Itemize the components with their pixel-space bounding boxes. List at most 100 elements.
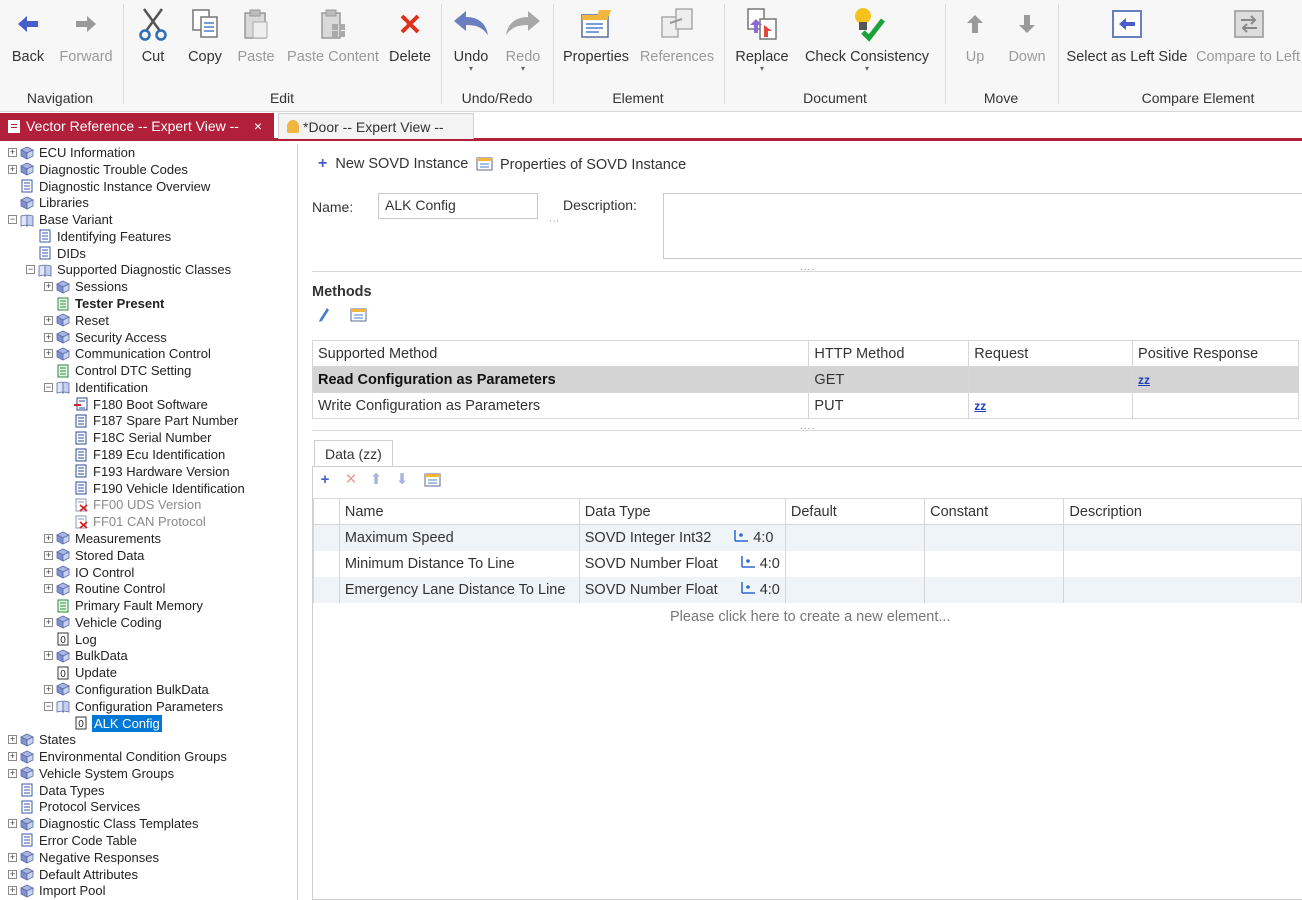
tree-item[interactable]: 0 Log (44, 631, 98, 648)
paste-content-button[interactable]: Paste Content (287, 0, 379, 86)
tree-item[interactable]: + Stored Data (44, 547, 145, 564)
cut-button[interactable]: Cut (136, 0, 170, 86)
properties-button[interactable]: Properties (563, 0, 629, 86)
properties-of-sovd-instance-button[interactable]: Properties of SOVD Instance (476, 155, 686, 175)
expand-icon[interactable]: + (44, 332, 53, 342)
tree-item[interactable]: FF00 UDS Version (62, 496, 202, 513)
tree-item[interactable]: + ECU Information (8, 144, 136, 161)
tree-item[interactable]: Primary Fault Memory (44, 597, 204, 614)
properties-card-icon[interactable] (350, 306, 368, 325)
expand-icon[interactable]: + (8, 869, 17, 879)
move-up-icon[interactable]: ⬆ (367, 470, 385, 488)
table-row[interactable]: Minimum Distance To Line SOVD Number Floa… (313, 550, 1302, 577)
collapse-icon[interactable]: − (8, 215, 17, 225)
tree-item[interactable]: + Configuration BulkData (44, 681, 210, 698)
up-button[interactable]: Up (960, 0, 990, 86)
tree-item[interactable]: + Communication Control (44, 345, 212, 362)
check-consistency-button[interactable]: Check Consistency ▾ (805, 0, 929, 86)
expand-icon[interactable]: + (8, 164, 17, 174)
tree-item[interactable]: + Vehicle System Groups (8, 765, 175, 782)
forward-button[interactable]: Forward (58, 0, 114, 86)
tree-item[interactable]: 0 Update (44, 664, 118, 681)
expand-icon[interactable]: + (44, 282, 53, 292)
delete-x-icon[interactable]: ✕ (342, 470, 360, 488)
tree-item[interactable]: − Identification (44, 379, 149, 396)
expand-icon[interactable]: + (8, 886, 17, 896)
expand-icon[interactable]: + (44, 651, 53, 661)
expand-icon[interactable]: + (8, 819, 17, 829)
tree-item[interactable]: Libraries (8, 194, 90, 211)
properties-card-icon[interactable] (424, 470, 442, 488)
delete-button[interactable]: Delete (389, 0, 431, 86)
splitter-grip[interactable]: ⋮ (548, 216, 559, 227)
edit-pencil-icon[interactable] (318, 307, 330, 326)
tree-item[interactable]: + Default Attributes (8, 866, 139, 883)
request-link[interactable] (968, 366, 1134, 393)
tree-item[interactable]: F180 Boot Software (62, 396, 209, 413)
expand-icon[interactable]: + (44, 550, 53, 560)
expand-icon[interactable]: + (8, 752, 17, 762)
tree-item[interactable]: − Base Variant (8, 211, 113, 228)
tab-door[interactable]: *Door -- Expert View -- (278, 113, 474, 139)
expand-icon[interactable]: + (8, 852, 17, 862)
tree-item[interactable]: + Environmental Condition Groups (8, 748, 228, 765)
expand-icon[interactable]: + (8, 768, 17, 778)
tree-item[interactable]: + Diagnostic Class Templates (8, 815, 199, 832)
redo-button[interactable]: Redo ▾ (502, 0, 544, 86)
tree-item[interactable]: + Vehicle Coding (44, 614, 163, 631)
description-field[interactable] (663, 193, 1302, 259)
column-header[interactable]: Request (968, 340, 1134, 367)
tree-item[interactable]: + Sessions (44, 278, 129, 295)
expand-icon[interactable]: + (44, 684, 53, 694)
column-header[interactable]: Supported Method (311, 340, 810, 367)
column-header[interactable]: Data Type (578, 498, 786, 525)
select-as-left-side-button[interactable]: Select as Left Side (1067, 0, 1187, 86)
paste-button[interactable]: Paste (236, 0, 276, 86)
tree-item[interactable]: + Routine Control (44, 580, 166, 597)
column-header[interactable]: Positive Response (1132, 340, 1299, 367)
response-link[interactable] (1132, 392, 1299, 419)
new-sovd-instance-button[interactable]: + New SOVD Instance (318, 155, 468, 173)
collapse-icon[interactable]: − (44, 701, 53, 711)
close-icon[interactable]: × (250, 118, 266, 134)
table-row[interactable]: Read Configuration as Parameters GET zz (311, 366, 1299, 393)
column-header[interactable]: HTTP Method (808, 340, 970, 367)
tree-item[interactable]: F190 Vehicle Identification (62, 480, 246, 497)
table-row[interactable]: Maximum Speed SOVD Integer Int32 4:0 (313, 524, 1302, 551)
move-down-icon[interactable]: ⬇ (393, 470, 411, 488)
collapse-icon[interactable]: − (26, 265, 35, 275)
collapse-icon[interactable]: − (44, 382, 53, 392)
back-button[interactable]: Back (8, 0, 48, 86)
tree-item[interactable]: F189 Ecu Identification (62, 446, 226, 463)
tree-item[interactable]: − Configuration Parameters (44, 698, 224, 715)
tree-item[interactable]: Tester Present (44, 295, 165, 312)
references-button[interactable]: References (640, 0, 714, 86)
tab-data[interactable]: Data (zz) (314, 440, 393, 466)
tree-item[interactable]: Identifying Features (26, 228, 172, 245)
name-field[interactable]: ALK Config (378, 193, 538, 219)
copy-button[interactable]: Copy (186, 0, 224, 86)
tree-item[interactable]: F187 Spare Part Number (62, 412, 239, 429)
tree-item[interactable]: F193 Hardware Version (62, 463, 231, 480)
tree-item[interactable]: − Supported Diagnostic Classes (26, 261, 232, 278)
tree-item[interactable]: + Security Access (44, 329, 168, 346)
tab-vector-reference[interactable]: Vector Reference -- Expert View -- × (0, 113, 274, 139)
tree-item[interactable]: + States (8, 731, 77, 748)
expand-icon[interactable]: + (44, 315, 53, 325)
expand-icon[interactable]: + (44, 533, 53, 543)
tree-item[interactable]: F18C Serial Number (62, 429, 213, 446)
request-link[interactable]: zz (974, 399, 986, 413)
expand-icon[interactable]: + (44, 584, 53, 594)
navigation-tree[interactable]: + ECU Information + Diagnostic Trouble Code… (0, 144, 298, 900)
table-row[interactable]: Write Configuration as Parameters PUT zz (311, 392, 1299, 419)
tree-item[interactable]: Control DTC Setting (44, 362, 192, 379)
tree-item[interactable]: + Reset (44, 312, 110, 329)
tree-item[interactable]: + Diagnostic Trouble Codes (8, 161, 189, 178)
tree-item[interactable]: DIDs (26, 245, 87, 262)
table-row[interactable]: Emergency Lane Distance To Line SOVD Numb… (313, 576, 1302, 603)
column-header[interactable]: Description (1063, 498, 1302, 525)
expand-icon[interactable]: + (8, 735, 17, 745)
response-link[interactable]: zz (1138, 373, 1150, 387)
tree-item[interactable]: + Import Pool (8, 882, 106, 899)
replace-button[interactable]: Replace ▾ (734, 0, 790, 86)
